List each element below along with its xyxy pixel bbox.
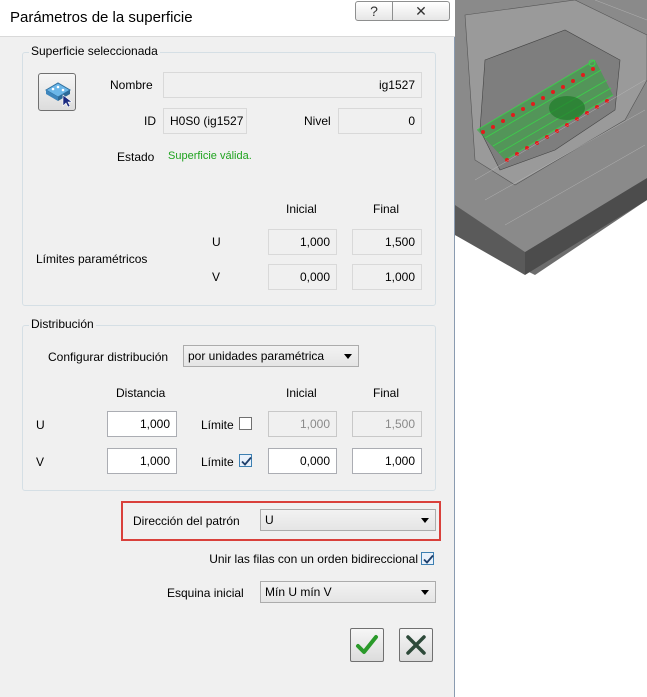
pattern-direction-label: Dirección del patrón <box>133 514 240 528</box>
chevron-down-icon <box>421 590 429 595</box>
level-field: 0 <box>338 108 422 134</box>
pick-surface-button[interactable] <box>38 73 76 111</box>
help-button[interactable]: ? <box>355 1 393 21</box>
v-limit-label: Límite <box>201 455 234 469</box>
surface-parameters-dialog: Parámetros de la superficie ? ✕ Superfic… <box>0 0 455 697</box>
limits-u-final-field: 1,500 <box>352 229 422 255</box>
distance-header: Distancia <box>116 386 166 400</box>
model-render <box>455 0 647 275</box>
u-final-input[interactable]: 1,500 <box>352 411 422 437</box>
id-label: ID <box>144 114 156 128</box>
status-value: Superficie válida. <box>168 150 252 162</box>
u-initial-input[interactable]: 1,000 <box>268 411 337 437</box>
title-bar: Parámetros de la superficie ? ✕ <box>0 0 455 37</box>
limits-v-initial-field: 0,000 <box>268 264 337 290</box>
3d-viewport[interactable] <box>455 0 647 697</box>
v-distance-input[interactable]: 1,000 <box>107 448 177 474</box>
chevron-down-icon <box>344 354 352 359</box>
u-distance-input[interactable]: 1,000 <box>107 411 177 437</box>
config-distribution-select[interactable]: por unidades paramétrica <box>183 345 359 367</box>
limits-final-header: Final <box>373 202 400 216</box>
name-field: ig1527 <box>163 72 422 98</box>
pattern-direction-select[interactable]: U <box>260 509 436 531</box>
checkmark-icon <box>356 635 378 654</box>
v-initial-input[interactable]: 0,000 <box>268 448 337 474</box>
cancel-button[interactable] <box>399 628 433 662</box>
distribution-u-label: U <box>36 418 45 432</box>
selected-surface-group-title: Superficie seleccionada <box>29 44 160 58</box>
help-icon: ? <box>370 3 378 19</box>
bidirectional-checkbox[interactable] <box>421 552 434 565</box>
limits-v-label: V <box>212 270 221 284</box>
status-label: Estado <box>117 150 155 164</box>
parametric-limits-label: Límites paramétricos <box>36 252 148 266</box>
u-limit-checkbox[interactable] <box>239 417 252 430</box>
start-corner-value: Mín U mín V <box>265 585 332 599</box>
close-button[interactable]: ✕ <box>392 1 450 21</box>
start-corner-label: Esquina inicial <box>167 586 244 600</box>
config-distribution-value: por unidades paramétrica <box>188 349 325 363</box>
limits-u-label: U <box>212 235 221 249</box>
distribution-group-title: Distribución <box>29 317 96 331</box>
config-distribution-label: Configurar distribución <box>48 350 169 364</box>
start-corner-select[interactable]: Mín U mín V <box>260 581 436 603</box>
limits-v-final-field: 1,000 <box>352 264 422 290</box>
limits-initial-header: Inicial <box>286 202 317 216</box>
level-label: Nivel <box>304 114 331 128</box>
v-limit-checkbox[interactable] <box>239 454 252 467</box>
limits-u-initial-field: 1,000 <box>268 229 337 255</box>
close-icon: ✕ <box>415 3 427 19</box>
checkmark-icon <box>241 456 252 466</box>
v-final-input[interactable]: 1,000 <box>352 448 422 474</box>
x-icon <box>406 635 426 655</box>
distribution-final-header: Final <box>373 386 400 400</box>
distribution-v-label: V <box>36 455 45 469</box>
surface-select-icon <box>45 82 73 108</box>
dialog-title: Parámetros de la superficie <box>10 9 193 26</box>
ok-button[interactable] <box>350 628 384 662</box>
chevron-down-icon <box>421 518 429 523</box>
pattern-direction-value: U <box>265 513 274 527</box>
name-label: Nombre <box>110 78 153 92</box>
id-field: H0S0 (ig1527 <box>163 108 247 134</box>
checkmark-icon <box>423 554 434 564</box>
bidirectional-label: Unir las filas con un orden bidirecciona… <box>209 552 418 566</box>
distribution-initial-header: Inicial <box>286 386 317 400</box>
u-limit-label: Límite <box>201 418 234 432</box>
